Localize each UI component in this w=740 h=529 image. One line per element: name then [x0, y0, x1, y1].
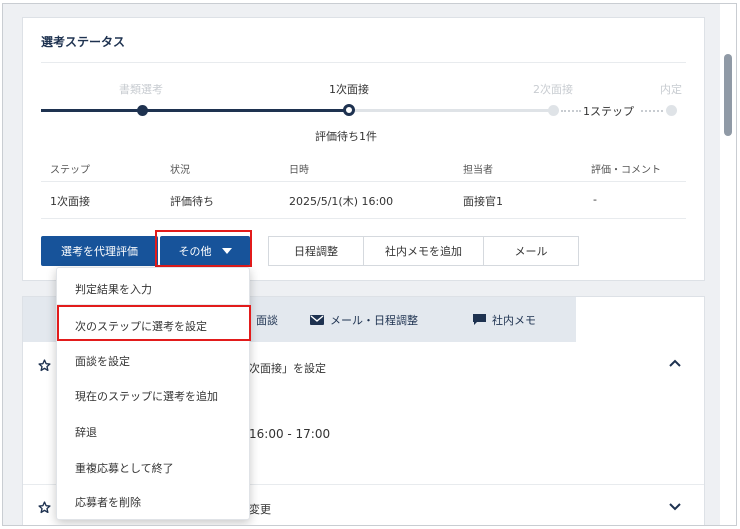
mail-icon — [310, 314, 324, 325]
step-dot-current — [343, 104, 355, 116]
add-memo-label: 社内メモを追加 — [385, 245, 462, 258]
column-header-datetime: 日時 — [289, 165, 309, 176]
chevron-down-icon[interactable] — [669, 503, 681, 511]
step-dot-second-interview — [548, 105, 559, 116]
add-memo-button[interactable]: 社内メモを追加 — [363, 236, 484, 266]
highlight-box — [155, 230, 252, 267]
proxy-evaluation-button[interactable]: 選考を代理評価 — [41, 236, 158, 266]
activity-item-time: 16:00 - 17:00 — [249, 427, 331, 441]
column-header-evaluation: 評価・コメント — [591, 165, 661, 176]
other-actions-menu: 判定結果を入力 次のステップに選考を設定 面談を設定 現在のステップに選考を追加… — [56, 267, 251, 520]
step-dot-offer — [666, 105, 677, 116]
star-icon — [38, 359, 51, 372]
menu-item-enter-result[interactable]: 判定結果を入力 — [75, 281, 152, 297]
scrollbar-thumb[interactable] — [724, 54, 732, 136]
schedule-button[interactable]: 日程調整 — [268, 236, 364, 266]
activity-item-text: 次面接」を設定 — [249, 362, 326, 375]
tab-mail-schedule[interactable]: メール・日程調整 — [310, 297, 418, 342]
mail-button[interactable]: メール — [483, 236, 579, 266]
progress-done-line — [41, 109, 349, 112]
schedule-label: 日程調整 — [294, 245, 338, 258]
cell-assignee: 面接官1 — [463, 195, 503, 208]
divider — [41, 62, 686, 63]
progress-pending-line — [349, 109, 553, 112]
tab-internal-memo-label: 社内メモ — [492, 313, 536, 327]
highlight-box — [57, 305, 251, 341]
tab-mail-schedule-label: メール・日程調整 — [330, 313, 418, 327]
app-frame: 選考ステータス 書類選考 1次面接 2次面接 内定 1ステップ 評価待ち1件 ス… — [2, 3, 737, 526]
step-dot-document — [137, 105, 148, 116]
cell-step: 1次面接 — [50, 195, 90, 208]
table-divider — [41, 181, 686, 182]
table-divider — [41, 218, 686, 219]
selection-status-card: 選考ステータス 書類選考 1次面接 2次面接 内定 1ステップ 評価待ち1件 ス… — [22, 17, 705, 281]
cell-evaluation: - — [593, 193, 597, 206]
chat-icon — [473, 313, 486, 325]
star-icon — [38, 501, 51, 514]
step-label-document: 書類選考 — [119, 83, 163, 96]
column-header-assignee: 担当者 — [463, 165, 493, 176]
scrollbar[interactable] — [720, 4, 736, 525]
column-header-step: ステップ — [50, 165, 90, 176]
proxy-evaluation-label: 選考を代理評価 — [61, 245, 138, 258]
activity-item-text: 変更 — [249, 503, 271, 516]
chevron-up-icon[interactable] — [669, 359, 681, 367]
cell-datetime: 2025/5/1(木) 16:00 — [289, 195, 394, 208]
menu-item-decline[interactable]: 辞退 — [75, 424, 97, 440]
menu-item-set-interview[interactable]: 面談を設定 — [75, 353, 130, 369]
mail-label: メール — [514, 245, 548, 258]
step-label-offer: 内定 — [660, 83, 682, 96]
menu-item-end-as-duplicate[interactable]: 重複応募として終了 — [75, 460, 174, 476]
tab-interview-label: 面談 — [256, 313, 278, 327]
step-label-second-interview: 2次面接 — [533, 83, 573, 96]
pending-evaluation-count: 評価待ち1件 — [315, 130, 377, 143]
card-title: 選考ステータス — [41, 35, 126, 49]
dotted-connector — [561, 110, 581, 112]
menu-item-add-to-current-step[interactable]: 現在のステップに選考を追加 — [75, 388, 218, 404]
skip-step-label: 1ステップ — [583, 105, 634, 118]
tab-interview[interactable]: 面談 — [256, 297, 278, 342]
dotted-connector — [641, 110, 663, 112]
step-label-first-interview: 1次面接 — [329, 83, 369, 96]
tab-internal-memo[interactable]: 社内メモ — [473, 297, 536, 342]
cell-status: 評価待ち — [170, 195, 214, 208]
column-header-status: 状況 — [170, 165, 190, 176]
menu-item-delete-applicant[interactable]: 応募者を削除 — [75, 494, 141, 510]
